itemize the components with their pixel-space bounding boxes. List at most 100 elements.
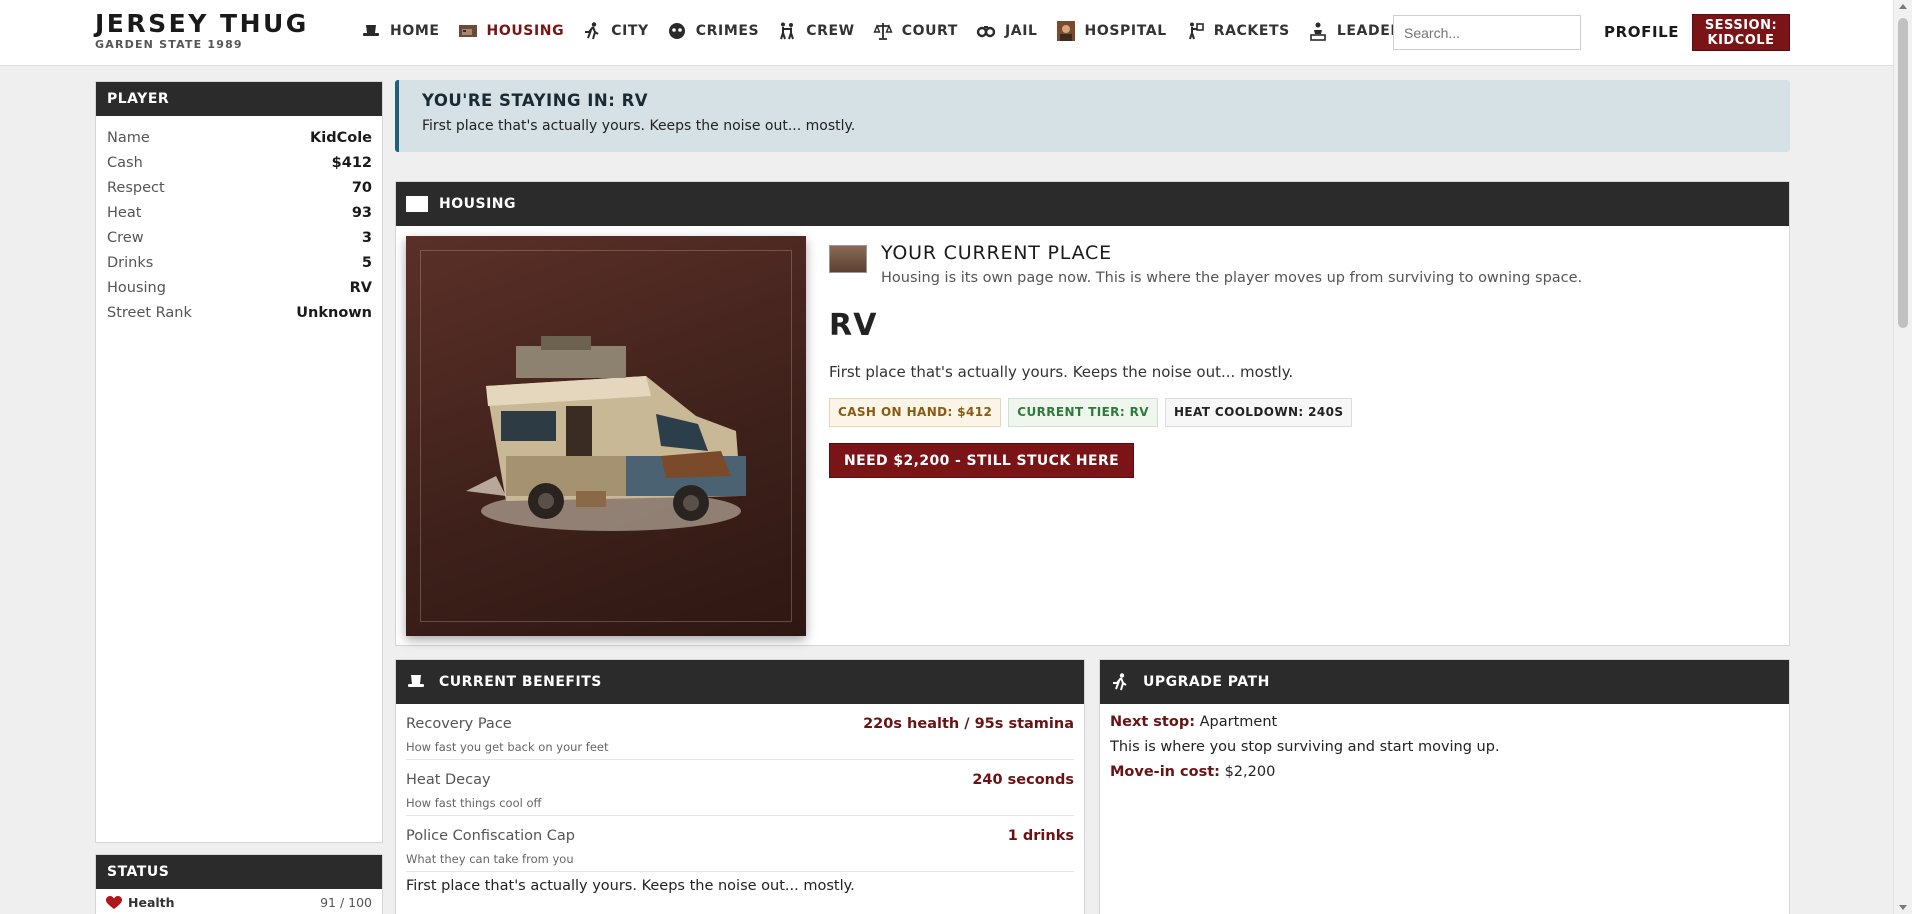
cash-badge: CASH ON HAND: $412 <box>829 398 1002 427</box>
nav-crimes[interactable]: CRIMES <box>666 20 759 42</box>
benefit-label: Heat Decay <box>406 772 491 788</box>
nav-jail-label: JAIL <box>1004 23 1038 39</box>
housing-badges: CASH ON HAND: $412 CURRENT TIER: RV HEAT… <box>829 398 1729 427</box>
scales-icon <box>872 20 894 42</box>
benefits-header-title: CURRENT BENEFITS <box>439 674 602 690</box>
rv-image <box>406 236 806 636</box>
benefit-sublabel: How fast you get back on your feet <box>406 740 609 754</box>
benefit-value: 220s health / 95s stamina <box>863 716 1074 732</box>
benefits-header: CURRENT BENEFITS <box>396 660 1084 704</box>
player-stat-row: Name KidCole <box>107 127 372 152</box>
stat-label: Respect <box>107 180 165 196</box>
profile-link[interactable]: PROFILE <box>1604 23 1679 41</box>
next-stop-value: Apartment <box>1199 714 1278 730</box>
move-in-cost-row: Move-in cost: $2,200 <box>1110 764 1779 780</box>
stat-value: 70 <box>351 180 372 196</box>
upgrade-header-title: UPGRADE PATH <box>1143 674 1270 690</box>
move-in-cost-value: $2,200 <box>1224 764 1276 780</box>
current-place-desc: Housing is its own page now. This is whe… <box>881 270 1583 286</box>
status-panel-title: STATUS <box>96 855 382 889</box>
health-value: 91 / 100 <box>320 895 372 910</box>
hat-icon <box>360 20 382 42</box>
brand-subtitle: GARDEN STATE 1989 <box>95 38 243 51</box>
runner-icon <box>1110 673 1132 691</box>
brand-logo[interactable]: JERSEY THUG GARDEN STATE 1989 <box>95 10 309 52</box>
benefit-row: Heat Decay How fast things cool off 240 … <box>406 760 1074 816</box>
rv-thumbnail-icon <box>829 245 867 273</box>
scroll-down-arrow-icon[interactable] <box>1899 905 1907 910</box>
mask-icon <box>666 20 688 42</box>
player-stat-row: Drinks 5 <box>107 252 372 277</box>
stat-label: Housing <box>107 280 166 296</box>
heart-icon <box>106 895 122 909</box>
stat-value: Unknown <box>296 305 372 321</box>
banner-title: YOU'RE STAYING IN: RV <box>422 91 649 110</box>
player-stat-row: Housing RV <box>107 277 372 302</box>
player-panel: PLAYER Name KidCole Cash $412 Respect 70 He… <box>95 81 383 843</box>
racket-icon <box>1184 20 1206 42</box>
benefit-row: Police Confiscation Cap What they can ta… <box>406 816 1074 872</box>
nav-crew[interactable]: CREW <box>776 20 854 42</box>
upgrade-header: UPGRADE PATH <box>1100 660 1789 704</box>
benefit-sublabel: What they can take from you <box>406 852 574 866</box>
rv-illustration <box>466 336 746 531</box>
doctor-portrait-icon <box>1055 20 1077 42</box>
benefit-value: 1 drinks <box>1007 828 1074 844</box>
page-scrollbar[interactable] <box>1893 0 1912 914</box>
handcuffs-icon <box>975 20 997 42</box>
search-input[interactable] <box>1393 15 1581 50</box>
upgrade-need-button[interactable]: NEED $2,200 - STILL STUCK HERE <box>829 443 1135 478</box>
nav-home[interactable]: HOME <box>360 20 440 42</box>
current-benefits-panel: CURRENT BENEFITS Recovery Pace How fast … <box>395 659 1085 914</box>
crew-icon <box>776 20 798 42</box>
player-stat-row: Street Rank Unknown <box>107 302 372 327</box>
benefit-label: Police Confiscation Cap <box>406 828 575 844</box>
main-nav: HOME HOUSING CITY CRIMES CREW COURT JAIL… <box>360 19 1477 43</box>
nav-jail[interactable]: JAIL <box>975 20 1038 42</box>
stat-value: 5 <box>361 255 372 271</box>
housing-header-icon <box>406 196 428 212</box>
nav-crimes-label: CRIMES <box>695 23 760 39</box>
session-label: SESSION: <box>1704 18 1778 33</box>
upgrade-path-panel: UPGRADE PATH Next stop: Apartment This i… <box>1099 659 1790 914</box>
next-stop-label: Next stop: <box>1110 714 1196 730</box>
place-description: First place that's actually yours. Keeps… <box>829 363 1294 381</box>
player-stats-list: Name KidCole Cash $412 Respect 70 Heat 93 Cr… <box>96 116 382 327</box>
banner-text: First place that's actually yours. Keeps… <box>422 118 856 134</box>
player-stat-row: Heat 93 <box>107 202 372 227</box>
nav-housing[interactable]: HOUSING <box>457 20 565 42</box>
benefit-sublabel: How fast things cool off <box>406 796 542 810</box>
nav-rackets[interactable]: RACKETS <box>1184 20 1290 42</box>
move-in-cost-label: Move-in cost: <box>1110 764 1220 780</box>
nav-court[interactable]: COURT <box>872 20 958 42</box>
health-label: Health <box>128 895 175 910</box>
stat-label: Heat <box>107 205 142 221</box>
scroll-thumb[interactable] <box>1898 18 1908 328</box>
housing-card-header: HOUSING <box>396 182 1789 226</box>
stat-value: KidCole <box>310 130 372 146</box>
scroll-up-arrow-icon[interactable] <box>1899 4 1907 9</box>
stat-value: RV <box>349 280 372 296</box>
place-name: RV <box>829 308 878 343</box>
housing-header-title: HOUSING <box>439 196 516 212</box>
status-panel: STATUS Health 91 / 100 <box>95 854 383 914</box>
nav-city-label: CITY <box>611 23 649 39</box>
top-navbar: JERSEY THUG GARDEN STATE 1989 HOME HOUSI… <box>0 0 1893 66</box>
runner-icon <box>581 20 603 42</box>
stat-label: Drinks <box>107 255 154 271</box>
player-stat-row: Crew 3 <box>107 227 372 252</box>
hat-icon <box>406 674 428 690</box>
nav-city[interactable]: CITY <box>581 20 649 42</box>
benefits-footer: First place that's actually yours. Keeps… <box>406 878 855 894</box>
health-row: Health 91 / 100 <box>96 889 382 910</box>
upgrade-description: This is where you stop surviving and sta… <box>1110 739 1500 755</box>
leaderboard-icon <box>1307 20 1329 42</box>
benefit-row: Recovery Pace How fast you get back on y… <box>406 704 1074 760</box>
current-place-title: YOUR CURRENT PLACE <box>881 242 1112 264</box>
nav-hospital[interactable]: HOSPITAL <box>1055 20 1167 42</box>
session-button[interactable]: SESSION: KIDCOLE <box>1692 14 1790 51</box>
nav-home-label: HOME <box>390 23 440 39</box>
nav-rackets-label: RACKETS <box>1213 23 1290 39</box>
stat-value: $412 <box>331 155 372 171</box>
stat-value: 93 <box>351 205 372 221</box>
